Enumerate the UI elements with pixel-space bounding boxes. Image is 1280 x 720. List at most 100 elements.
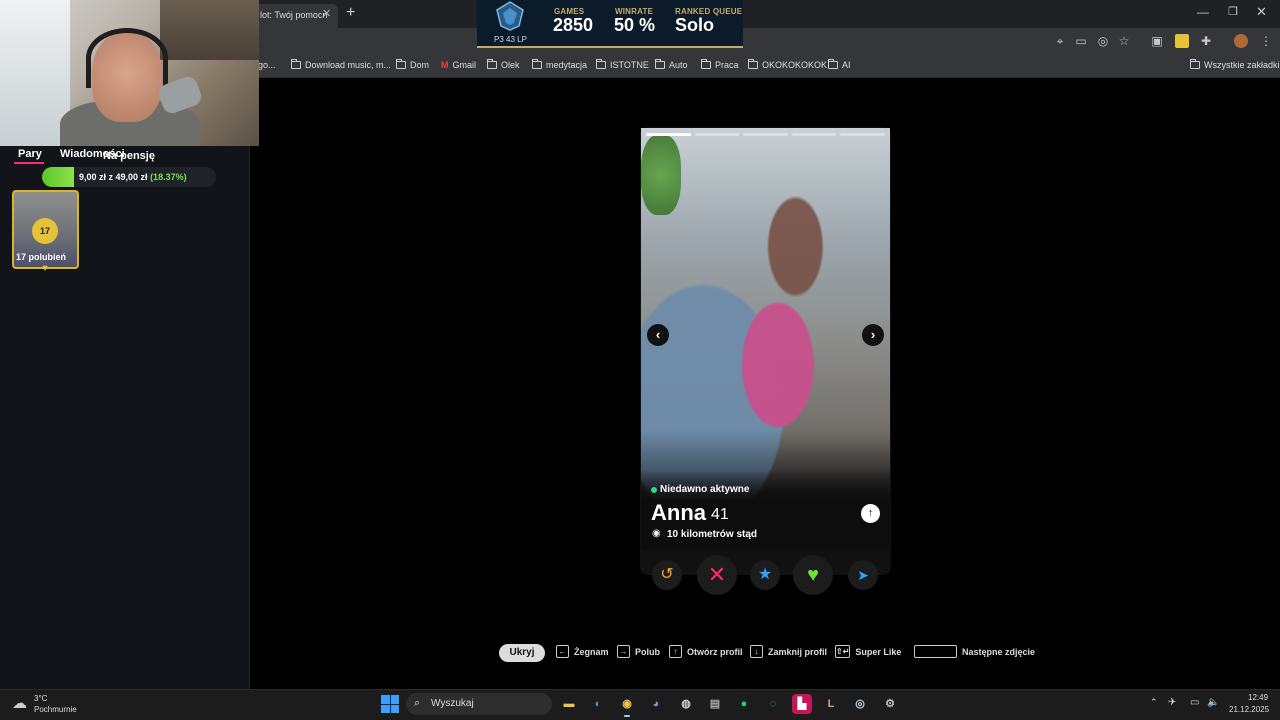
spotify-icon[interactable]: ●: [734, 694, 754, 714]
photo-progress-segment[interactable]: [840, 133, 885, 136]
hint-close-profile: ↓ Zamknij profil: [750, 645, 827, 658]
window-close-icon[interactable]: ✕: [1256, 4, 1267, 20]
rewind-button[interactable]: ↺: [652, 560, 682, 590]
nope-button[interactable]: ✕: [697, 555, 737, 595]
clock-time[interactable]: 12:49: [1248, 693, 1268, 702]
new-tab-icon[interactable]: +: [346, 4, 355, 22]
folder-icon: [701, 59, 711, 69]
x-icon: ✕: [707, 562, 727, 587]
location-pin-icon: ◉: [652, 528, 661, 539]
gmail-icon: M: [441, 60, 449, 70]
photo-progress-segment[interactable]: [743, 133, 788, 136]
heart-icon: ♥: [42, 263, 48, 274]
volume-icon[interactable]: 🔈: [1207, 697, 1219, 708]
folder-icon: [828, 59, 838, 69]
search-placeholder: Wyszukaj: [431, 698, 474, 709]
webcam-shelf: [160, 0, 259, 60]
space-key-icon: [914, 645, 957, 658]
eye-off-icon[interactable]: ◎: [1096, 34, 1110, 48]
bookmark-folder[interactable]: Dom: [396, 59, 429, 70]
tray-chevron-up-icon[interactable]: ⌃: [1150, 697, 1158, 708]
app-icon[interactable]: ▤: [705, 694, 725, 714]
bookmark-folder[interactable]: Praca: [701, 59, 739, 70]
taskbar: [0, 689, 1280, 720]
bookmark-item[interactable]: M Gmail: [441, 60, 476, 70]
file-explorer-icon[interactable]: ▬: [559, 694, 579, 714]
streaming-app-icon[interactable]: ▙: [792, 694, 812, 714]
send-icon: ➤: [857, 567, 869, 583]
hide-hints-button[interactable]: Ukryj: [499, 644, 545, 662]
boost-button[interactable]: ➤: [848, 560, 878, 590]
restore-icon[interactable]: ❐: [1228, 5, 1238, 18]
edge-icon[interactable]: ◐: [588, 694, 608, 714]
tab-close-icon[interactable]: ✕: [322, 7, 331, 20]
webcam-feed: [0, 0, 259, 146]
heart-icon: ♥: [807, 564, 819, 586]
tab-matches[interactable]: Pary: [18, 148, 42, 160]
open-profile-button[interactable]: ↑: [861, 504, 880, 523]
bookmark-folder[interactable]: ISTOTNE: [596, 59, 649, 70]
bookmark-item[interactable]: go...: [258, 60, 276, 70]
cast-icon[interactable]: ▭: [1074, 34, 1088, 48]
super-like-button[interactable]: ★: [750, 560, 780, 590]
bookmark-item[interactable]: Download music, m...: [291, 59, 391, 70]
minimize-icon[interactable]: —: [1197, 5, 1209, 19]
location-icon[interactable]: ⌖: [1053, 34, 1067, 48]
display-icon[interactable]: ▭: [1190, 697, 1199, 708]
folder-icon: [532, 59, 542, 69]
bookmark-folder[interactable]: OKOKOKOKOK: [748, 59, 827, 70]
hint-nope: ← Żegnam: [556, 645, 609, 658]
headset-icon: [86, 28, 168, 88]
folder-icon: [396, 59, 406, 69]
extensions-puzzle-icon[interactable]: ✚: [1199, 34, 1213, 48]
network-icon[interactable]: ✈: [1168, 697, 1176, 708]
discord-icon[interactable]: ◕: [646, 694, 666, 714]
photo-progress-segment[interactable]: [646, 133, 691, 136]
star-icon: ★: [757, 566, 773, 583]
profile-avatar[interactable]: [1234, 34, 1248, 48]
arrow-up-key-icon: ↑: [669, 645, 682, 658]
all-bookmarks[interactable]: Wszystkie zakładki: [1190, 59, 1280, 70]
tab-search-icon[interactable]: ▣: [1150, 34, 1164, 48]
next-photo-button[interactable]: ›: [862, 324, 884, 346]
photo-progress-segment[interactable]: [791, 133, 837, 136]
like-button[interactable]: ♥: [793, 555, 833, 595]
page-icon: [291, 59, 301, 69]
bookmark-folder[interactable]: AI: [828, 59, 851, 70]
windows-start-icon[interactable]: [381, 695, 399, 713]
profile-distance: 10 kilometrów stąd: [667, 529, 758, 540]
queue-value: Solo: [675, 15, 714, 35]
prev-photo-button[interactable]: ‹: [647, 324, 669, 346]
photo-progress-segment[interactable]: [694, 133, 740, 136]
settings-gear-icon[interactable]: ⚙: [880, 694, 900, 714]
active-status: Niedawno aktywne: [660, 484, 750, 495]
chrome-icon[interactable]: ◉: [617, 694, 637, 717]
rank-lp: P3 43 LP: [494, 35, 527, 44]
folder-icon: [487, 59, 497, 69]
github-icon[interactable]: ◍: [676, 694, 696, 714]
folder-icon: [748, 59, 758, 69]
bookmark-folder[interactable]: Olek: [487, 59, 520, 70]
arrow-down-key-icon: ↓: [750, 645, 763, 658]
profile-age: 41: [711, 506, 729, 523]
donation-goal-title: Na pensję: [103, 150, 155, 162]
hint-super-like: ⇧↵ Super Like: [835, 645, 902, 658]
bookmark-star-icon[interactable]: ☆: [1117, 34, 1131, 48]
search-icon: ⌕: [414, 697, 421, 709]
photo-tree: [641, 135, 681, 215]
bookmark-folder[interactable]: Auto: [655, 59, 688, 70]
bookmark-folder[interactable]: medytacja: [532, 59, 587, 70]
steam-icon[interactable]: ◎: [850, 694, 870, 714]
shift-enter-key-icon: ⇧↵: [835, 645, 851, 658]
clock-date[interactable]: 21.12.2025: [1229, 705, 1269, 714]
games-value: 2850: [553, 15, 594, 35]
menu-dots-icon[interactable]: ⋮: [1259, 34, 1273, 48]
extension-icon[interactable]: [1175, 34, 1189, 48]
league-client-icon[interactable]: L: [821, 694, 841, 714]
likes-label: 17 polubień: [16, 252, 67, 262]
taskbar-search-input[interactable]: [406, 693, 552, 715]
weather-cloud-icon[interactable]: ☁: [12, 694, 27, 712]
winrate-value: 50 %: [614, 15, 656, 35]
whatsapp-icon[interactable]: ◌: [763, 694, 783, 714]
weather-temperature: 3°C: [34, 694, 48, 703]
